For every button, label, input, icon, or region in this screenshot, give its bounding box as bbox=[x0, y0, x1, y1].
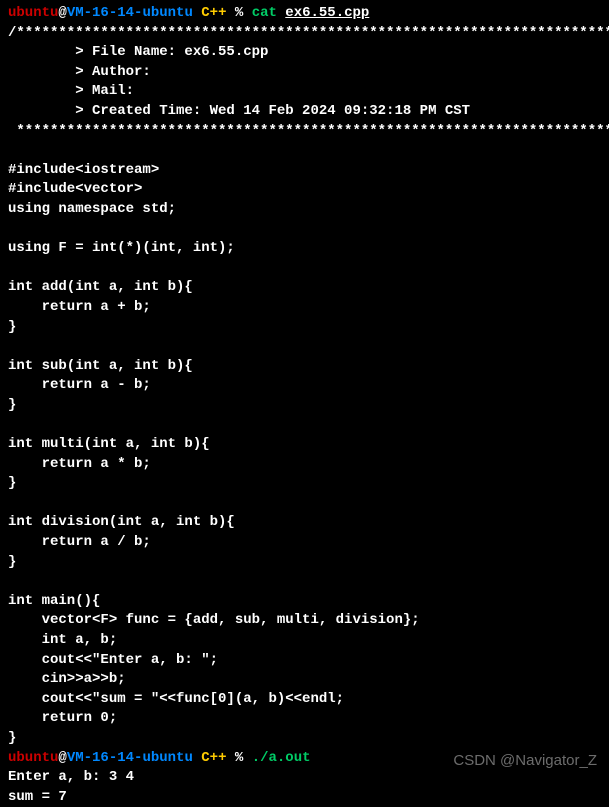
code-line: > Author: bbox=[8, 63, 601, 83]
code-line: } bbox=[8, 396, 601, 416]
code-line: #include<iostream> bbox=[8, 161, 601, 181]
source-code-output: /***************************************… bbox=[8, 24, 601, 749]
code-line: using F = int(*)(int, int); bbox=[8, 239, 601, 259]
code-line: int multi(int a, int b){ bbox=[8, 435, 601, 455]
code-line: > Mail: bbox=[8, 82, 601, 102]
prompt-dir: C++ bbox=[193, 5, 227, 21]
code-line: using namespace std; bbox=[8, 200, 601, 220]
prompt-percent: % bbox=[226, 5, 251, 21]
code-line bbox=[8, 259, 601, 279]
code-line: return a + b; bbox=[8, 298, 601, 318]
watermark-text: CSDN @Navigator_Z bbox=[453, 750, 597, 771]
code-line bbox=[8, 494, 601, 514]
prompt-host: VM-16-14-ubuntu bbox=[67, 750, 193, 766]
command-cat: cat bbox=[252, 5, 286, 21]
prompt-host: VM-16-14-ubuntu bbox=[67, 5, 193, 21]
code-line bbox=[8, 141, 601, 161]
code-line bbox=[8, 337, 601, 357]
prompt-line-1[interactable]: ubuntu@VM-16-14-ubuntu C++ % cat ex6.55.… bbox=[8, 4, 601, 24]
code-line: > File Name: ex6.55.cpp bbox=[8, 43, 601, 63]
prompt-at: @ bbox=[58, 750, 66, 766]
code-line: return a / b; bbox=[8, 533, 601, 553]
code-line bbox=[8, 572, 601, 592]
prompt-user: ubuntu bbox=[8, 5, 58, 21]
code-line: vector<F> func = {add, sub, multi, divis… bbox=[8, 611, 601, 631]
code-line: return a * b; bbox=[8, 455, 601, 475]
code-line: } bbox=[8, 729, 601, 749]
code-line: int add(int a, int b){ bbox=[8, 278, 601, 298]
code-line: /***************************************… bbox=[8, 24, 601, 44]
code-line: } bbox=[8, 474, 601, 494]
output-line: Enter a, b: 3 4 bbox=[8, 768, 601, 788]
code-line: return 0; bbox=[8, 709, 601, 729]
code-line: int sub(int a, int b){ bbox=[8, 357, 601, 377]
code-line bbox=[8, 220, 601, 240]
code-line: return a - b; bbox=[8, 376, 601, 396]
prompt-percent: % bbox=[226, 750, 251, 766]
code-line: int main(){ bbox=[8, 592, 601, 612]
code-line: int division(int a, int b){ bbox=[8, 513, 601, 533]
code-line: cout<<"sum = "<<func[0](a, b)<<endl; bbox=[8, 690, 601, 710]
code-line: int a, b; bbox=[8, 631, 601, 651]
prompt-dir: C++ bbox=[193, 750, 227, 766]
prompt-user: ubuntu bbox=[8, 750, 58, 766]
prompt-at: @ bbox=[58, 5, 66, 21]
code-line: } bbox=[8, 318, 601, 338]
output-line: sum = 7 bbox=[8, 788, 601, 807]
code-line: cin>>a>>b; bbox=[8, 670, 601, 690]
code-line: cout<<"Enter a, b: "; bbox=[8, 651, 601, 671]
code-line bbox=[8, 415, 601, 435]
command-run: ./a.out bbox=[252, 750, 311, 766]
code-line: > Created Time: Wed 14 Feb 2024 09:32:18… bbox=[8, 102, 601, 122]
command-arg: ex6.55.cpp bbox=[285, 5, 369, 21]
code-line: ****************************************… bbox=[8, 122, 601, 142]
code-line: #include<vector> bbox=[8, 180, 601, 200]
program-output: Enter a, b: 3 4sum = 7 bbox=[8, 768, 601, 807]
code-line: } bbox=[8, 553, 601, 573]
